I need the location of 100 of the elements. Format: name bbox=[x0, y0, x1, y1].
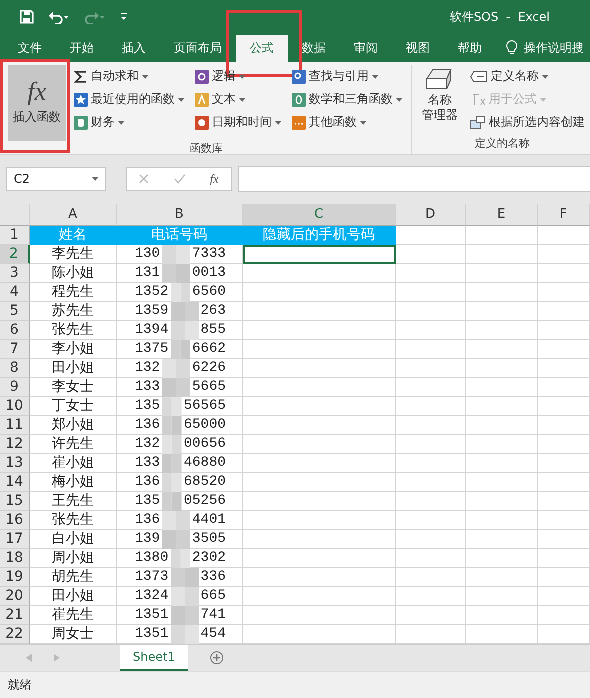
name-manager-button[interactable]: 名称 管理器 bbox=[418, 64, 462, 136]
row-header[interactable]: 7 bbox=[0, 340, 30, 360]
ribbon-tab[interactable]: 视图 bbox=[392, 34, 444, 62]
empty-cell bbox=[396, 435, 466, 454]
row-header[interactable]: 10 bbox=[0, 397, 30, 416]
empty-cell bbox=[538, 549, 590, 568]
ribbon-menu-button[interactable]: 最近使用的函数 bbox=[72, 90, 187, 110]
ribbon-menu-button[interactable]: 根据所选内容创建 bbox=[468, 112, 587, 133]
row-header[interactable]: 15 bbox=[0, 492, 30, 512]
empty-cell bbox=[538, 245, 590, 264]
header-cell: 隐藏后的手机号码 bbox=[243, 226, 396, 246]
customize-icon[interactable] bbox=[120, 13, 128, 22]
empty-cell bbox=[396, 378, 466, 398]
phone-number-end: 7333 bbox=[192, 246, 226, 262]
phone-number-start: 130 bbox=[135, 246, 160, 262]
column-header[interactable]: E bbox=[466, 204, 538, 226]
lightbulb-icon bbox=[506, 40, 518, 56]
function-icon bbox=[292, 70, 306, 84]
table-cell: 崔先生 bbox=[30, 606, 117, 626]
row-header[interactable]: 18 bbox=[0, 549, 30, 568]
row-header[interactable]: 9 bbox=[0, 378, 30, 398]
save-icon[interactable] bbox=[20, 10, 34, 24]
formula-icon bbox=[470, 92, 486, 107]
ribbon-menu-button[interactable]: 数学和三角函数 bbox=[290, 90, 405, 110]
select-all-corner[interactable] bbox=[0, 204, 30, 226]
empty-cell bbox=[396, 245, 466, 264]
ribbon-menu-button[interactable]: 定义名称 bbox=[468, 66, 587, 87]
row-header[interactable]: 8 bbox=[0, 359, 30, 378]
row-header[interactable]: 22 bbox=[0, 625, 30, 644]
ribbon-menu-button[interactable]: 文本 bbox=[193, 90, 284, 110]
ribbon-tab[interactable]: 插入 bbox=[108, 34, 160, 62]
empty-cell bbox=[466, 473, 538, 492]
formula-input[interactable] bbox=[238, 166, 590, 192]
row-header[interactable]: 16 bbox=[0, 511, 30, 530]
phone-number-start: 1380 bbox=[135, 550, 169, 566]
cancel-icon[interactable] bbox=[139, 174, 150, 184]
ribbon-tab[interactable]: 审阅 bbox=[340, 34, 392, 62]
empty-cell bbox=[538, 397, 590, 416]
row-header[interactable]: 6 bbox=[0, 321, 30, 340]
scroll-right-icon[interactable] bbox=[54, 654, 60, 662]
table-cell: 张先生 bbox=[30, 511, 117, 530]
row-header[interactable]: 1 bbox=[0, 226, 30, 246]
name-box[interactable]: C2 bbox=[6, 167, 106, 192]
row-header[interactable]: 14 bbox=[0, 473, 30, 492]
phone-number-end: 00656 bbox=[184, 436, 226, 452]
column-header[interactable]: F bbox=[538, 204, 590, 226]
phone-number-end: 665 bbox=[200, 588, 226, 604]
ribbon-tab[interactable]: 数据 bbox=[288, 34, 340, 62]
phone-number-start: 133 bbox=[135, 379, 160, 396]
insert-function-link[interactable]: fx bbox=[210, 172, 219, 187]
phone-number-end: 5665 bbox=[192, 379, 226, 396]
row-header[interactable]: 13 bbox=[0, 454, 30, 474]
ribbon-tab[interactable]: 开始 bbox=[56, 34, 108, 62]
empty-cell bbox=[396, 283, 466, 302]
phone-number-end: 6560 bbox=[192, 284, 226, 300]
insert-function-button[interactable]: fx 插入函数 bbox=[8, 64, 66, 141]
row-header[interactable]: 21 bbox=[0, 606, 30, 626]
sheet-tab[interactable]: Sheet1 bbox=[120, 645, 188, 672]
phone-number-end: 741 bbox=[200, 607, 226, 624]
column-header[interactable]: C bbox=[243, 204, 396, 226]
table-cell: 白小姐 bbox=[30, 530, 117, 550]
ribbon-tab[interactable]: 页面布局 bbox=[160, 34, 236, 62]
row-header[interactable]: 5 bbox=[0, 302, 30, 322]
phone-number-start: 131 bbox=[135, 265, 160, 282]
row-header[interactable]: 17 bbox=[0, 530, 30, 550]
ribbon-menu-button[interactable]: 日期和时间 bbox=[193, 112, 284, 133]
column-header[interactable]: B bbox=[117, 204, 243, 226]
table-icon bbox=[470, 116, 486, 130]
empty-cell bbox=[396, 549, 466, 568]
empty-cell bbox=[396, 492, 466, 512]
ribbon-menu-button[interactable]: 查找与引用 bbox=[290, 66, 405, 87]
ribbon-menu-button[interactable]: 财务 bbox=[72, 112, 187, 133]
row-header[interactable]: 4 bbox=[0, 283, 30, 302]
ribbon-menu-button[interactable]: 其他函数 bbox=[290, 112, 405, 133]
column-header[interactable]: D bbox=[396, 204, 466, 226]
tell-me-field[interactable]: 操作说明搜 bbox=[506, 34, 584, 62]
scroll-left-icon[interactable] bbox=[26, 654, 32, 662]
phone-number-start: 1394 bbox=[135, 322, 169, 338]
row-header[interactable]: 20 bbox=[0, 587, 30, 606]
ribbon-menu-button[interactable]: 自动求和 bbox=[72, 66, 187, 87]
ribbon-tab[interactable]: 公式 bbox=[236, 34, 288, 62]
phone-number-start: 135 bbox=[135, 493, 160, 510]
row-header[interactable]: 2 bbox=[0, 245, 30, 264]
active-cell[interactable] bbox=[243, 245, 396, 264]
ribbon-tab[interactable]: 文件 bbox=[4, 34, 56, 62]
column-header[interactable]: A bbox=[30, 204, 117, 226]
undo-icon[interactable] bbox=[48, 10, 70, 24]
add-sheet-icon[interactable] bbox=[210, 651, 224, 666]
check-icon[interactable] bbox=[174, 174, 186, 184]
row-header[interactable]: 11 bbox=[0, 416, 30, 436]
row-header[interactable]: 12 bbox=[0, 435, 30, 454]
phone-number-start: 1359 bbox=[135, 303, 169, 320]
row-header[interactable]: 3 bbox=[0, 264, 30, 284]
row-header[interactable]: 19 bbox=[0, 568, 30, 588]
empty-cell bbox=[538, 226, 590, 246]
phone-number-start: 133 bbox=[135, 455, 160, 472]
ribbon-tab[interactable]: 帮助 bbox=[444, 34, 496, 62]
phone-number-end: 263 bbox=[200, 303, 226, 320]
table-cell: 周小姐 bbox=[30, 549, 117, 568]
status-text: 就绪 bbox=[0, 671, 590, 698]
